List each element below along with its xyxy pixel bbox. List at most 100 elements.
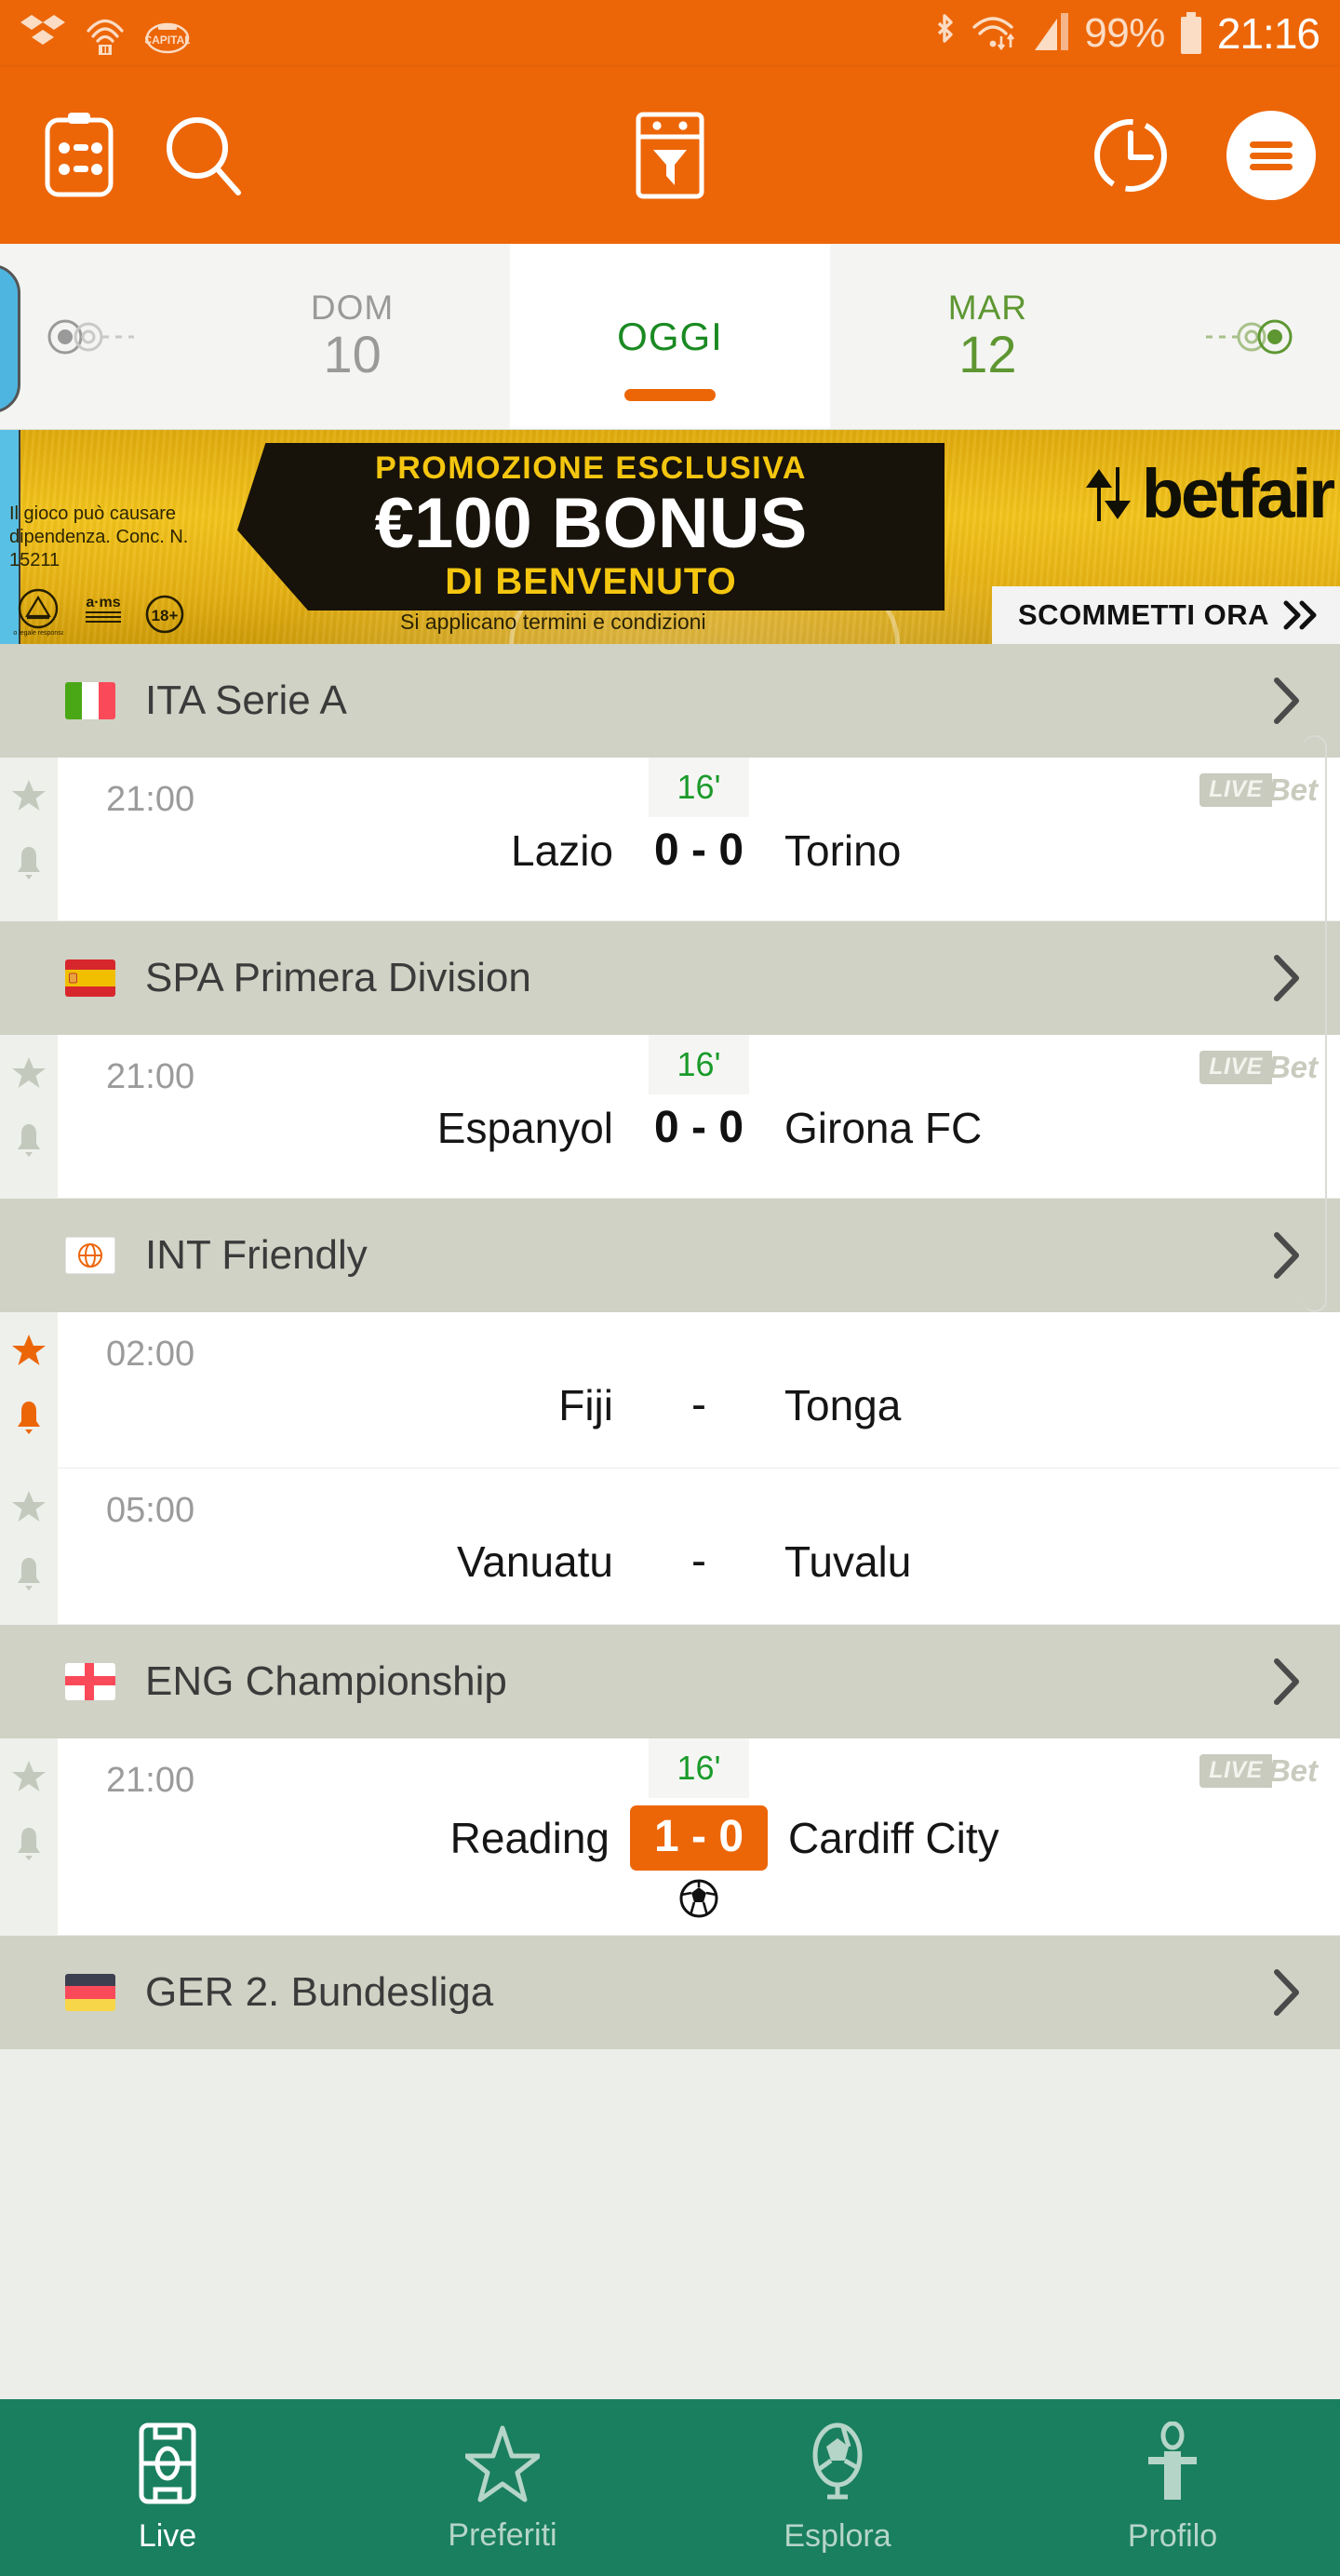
league-header-spa-primera-division[interactable]: SPA Primera Division bbox=[0, 921, 1340, 1035]
promo-banner[interactable]: Il gioco può causare dipendenza. Conc. N… bbox=[0, 430, 1340, 644]
match-minute: 16' bbox=[677, 768, 721, 806]
livebet-badge[interactable]: LIVE Bet bbox=[1199, 772, 1318, 808]
favorite-star-icon[interactable] bbox=[11, 1759, 47, 1799]
notification-bell-icon[interactable] bbox=[13, 1825, 45, 1869]
match-score: - bbox=[691, 1536, 706, 1586]
germany-flag bbox=[65, 1974, 115, 2011]
date-cell-dom-10[interactable]: DOM 10 bbox=[195, 244, 510, 429]
betfair-logo: betfair bbox=[1082, 454, 1335, 533]
league-header-ita-serie-a[interactable]: ITA Serie A bbox=[0, 644, 1340, 758]
hamburger-menu-icon[interactable] bbox=[1226, 111, 1316, 200]
notification-bell-icon[interactable] bbox=[13, 1399, 45, 1442]
chevron-right-icon bbox=[1271, 1229, 1303, 1281]
banner-cta-button[interactable]: SCOMMETTI ORA bbox=[992, 586, 1340, 644]
league-name-label: SPA Primera Division bbox=[145, 955, 531, 1000]
nav-item-preferiti[interactable]: Preferiti bbox=[335, 2399, 670, 2576]
match-teams-row: Lazio 0 - 0 Torino bbox=[58, 825, 1340, 876]
favorite-star-icon[interactable] bbox=[11, 1489, 47, 1529]
banner-legal-text: Il gioco può causare dipendenza. Conc. N… bbox=[9, 503, 189, 570]
match-row[interactable]: 21:00 16' LIVE Bet Reading 1 - 0 Cardiff… bbox=[0, 1738, 1340, 1936]
date-day-label: 10 bbox=[323, 324, 382, 383]
nav-item-profilo[interactable]: Profilo bbox=[1005, 2399, 1340, 2576]
notification-bell-icon[interactable] bbox=[13, 844, 45, 888]
adm-badge-icon: gioco legale responsabile bbox=[13, 588, 63, 637]
match-content: 21:00 16' LIVE Bet Reading 1 - 0 Cardiff… bbox=[58, 1738, 1340, 1935]
match-score: 0 - 0 bbox=[653, 1103, 744, 1152]
filter-icon[interactable] bbox=[614, 109, 726, 202]
age-18-badge-icon: 18+ bbox=[145, 595, 184, 634]
chevron-right-icon bbox=[1271, 1966, 1303, 2019]
date-dow-label: DOM bbox=[310, 288, 395, 327]
match-score: 1 - 0 bbox=[630, 1805, 768, 1871]
league-name-label: ENG Championship bbox=[145, 1658, 507, 1704]
svg-text:gioco legale responsabile: gioco legale responsabile bbox=[13, 630, 63, 637]
date-day-label: 12 bbox=[958, 324, 1017, 383]
match-content: 05:00 Vanuatu - Tuvalu bbox=[58, 1469, 1340, 1624]
match-score: 0 - 0 bbox=[653, 825, 744, 875]
livebet-badge[interactable]: LIVE Bet bbox=[1199, 1753, 1318, 1789]
home-team-name: Lazio bbox=[511, 825, 613, 875]
match-teams-row: Fiji - Tonga bbox=[58, 1379, 1340, 1430]
favorite-star-icon[interactable] bbox=[11, 1333, 47, 1373]
livebet-badge[interactable]: LIVE Bet bbox=[1199, 1050, 1318, 1085]
nav-item-esplora[interactable]: Esplora bbox=[670, 2399, 1005, 2576]
league-header-ger-2-bundesliga[interactable]: GER 2. Bundesliga bbox=[0, 1936, 1340, 2049]
livebet-live-label: LIVE bbox=[1199, 1051, 1272, 1084]
match-time: 05:00 bbox=[106, 1491, 195, 1530]
search-icon[interactable] bbox=[147, 111, 259, 200]
globe-icon bbox=[65, 1237, 115, 1274]
chevron-right-icon bbox=[1271, 952, 1303, 1004]
nav-label-preferiti: Preferiti bbox=[448, 2516, 557, 2553]
ams-badge-icon: a·ms bbox=[86, 595, 121, 623]
match-row[interactable]: 21:00 16' LIVE Bet Espanyol 0 - 0 Girona… bbox=[0, 1035, 1340, 1199]
menu-line bbox=[1250, 152, 1293, 159]
battery-icon bbox=[1180, 12, 1201, 54]
home-team-name: Fiji bbox=[558, 1380, 613, 1429]
home-team-name: Vanuatu bbox=[457, 1536, 613, 1586]
home-team-name: Espanyol bbox=[436, 1103, 613, 1152]
livebet-bet-label: Bet bbox=[1267, 1753, 1318, 1788]
match-row[interactable]: 05:00 Vanuatu - Tuvalu bbox=[0, 1469, 1340, 1625]
league-header-eng-championship[interactable]: ENG Championship bbox=[0, 1625, 1340, 1738]
audible-icon bbox=[87, 19, 124, 55]
date-cell-mar-12[interactable]: MAR 12 bbox=[830, 244, 1145, 429]
nav-label-live: Live bbox=[138, 2517, 197, 2554]
match-list[interactable]: ITA Serie A 21:00 16' LIVE Bet Lazio 0 -… bbox=[0, 644, 1340, 2399]
date-cell-today[interactable]: OGGI bbox=[509, 244, 831, 429]
banner-headline: €100 BONUS bbox=[374, 483, 808, 563]
next-days-icon[interactable] bbox=[1145, 244, 1340, 429]
match-actions bbox=[0, 1312, 58, 1468]
favorite-star-icon[interactable] bbox=[11, 1055, 47, 1095]
status-bar: CAPITAL 99% 21:16 bbox=[0, 0, 1340, 67]
match-row[interactable]: 21:00 16' LIVE Bet Lazio 0 - 0 Torino bbox=[0, 758, 1340, 921]
favorite-star-icon[interactable] bbox=[11, 778, 47, 818]
calendar-icon[interactable] bbox=[28, 111, 130, 200]
app-toolbar bbox=[0, 67, 1340, 244]
prev-days-icon[interactable] bbox=[0, 244, 195, 429]
banner-cta-label: SCOMMETTI ORA bbox=[1018, 598, 1269, 631]
match-content: 21:00 16' LIVE Bet Lazio 0 - 0 Torino bbox=[58, 758, 1340, 920]
league-name-label: INT Friendly bbox=[145, 1232, 368, 1278]
match-time: 21:00 bbox=[106, 1057, 195, 1096]
football-icon bbox=[678, 1878, 719, 1924]
today-label: OGGI bbox=[617, 314, 723, 358]
date-dow-label: MAR bbox=[947, 288, 1028, 327]
svg-text:18+: 18+ bbox=[152, 607, 179, 624]
match-content: 21:00 16' LIVE Bet Espanyol 0 - 0 Girona… bbox=[58, 1035, 1340, 1198]
notification-bell-icon[interactable] bbox=[13, 1555, 45, 1599]
side-drawer-peek[interactable] bbox=[0, 264, 20, 413]
clock-history-icon[interactable] bbox=[1079, 111, 1182, 200]
signal-icon bbox=[1035, 13, 1069, 50]
match-row[interactable]: 02:00 Fiji - Tonga bbox=[0, 1312, 1340, 1469]
match-minute: 16' bbox=[677, 1045, 721, 1083]
status-bar-notifications: CAPITAL bbox=[20, 11, 190, 56]
banner-subhead: DI BENVENUTO bbox=[445, 561, 737, 603]
nav-item-live[interactable]: Live bbox=[0, 2399, 335, 2576]
status-bar-system: 99% 21:16 bbox=[931, 8, 1320, 59]
league-header-int-friendly[interactable]: INT Friendly bbox=[0, 1199, 1340, 1312]
match-minute-box: 16' bbox=[649, 1738, 749, 1798]
explore-ball-icon bbox=[812, 2422, 863, 2499]
match-actions bbox=[0, 1035, 58, 1198]
star-icon bbox=[465, 2425, 540, 2502]
notification-bell-icon[interactable] bbox=[13, 1121, 45, 1165]
